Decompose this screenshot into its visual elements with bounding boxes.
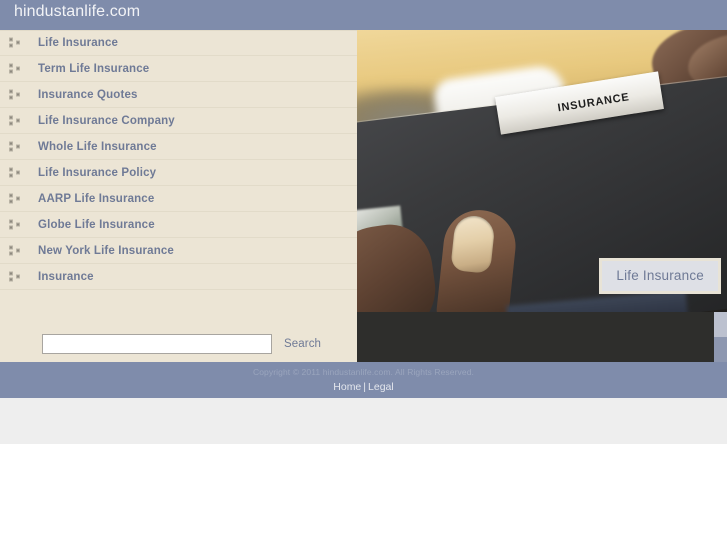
page-body: Life Insurance Term Life Insurance Insur… <box>0 30 727 362</box>
sidebar-item-label: New York Life Insurance <box>38 244 174 257</box>
site-header: hindustanlife.com <box>0 0 727 30</box>
sidebar-item-term-life-insurance[interactable]: Term Life Insurance <box>0 56 357 82</box>
bullet-squares-icon <box>9 63 20 74</box>
hero-overlay-badge: Life Insurance <box>599 258 721 294</box>
hero-thumbnail <box>450 214 496 274</box>
sidebar: Life Insurance Term Life Insurance Insur… <box>0 30 357 362</box>
sidebar-item-globe-life-insurance[interactable]: Globe Life Insurance <box>0 212 357 238</box>
below-fold-white <box>0 444 727 545</box>
site-footer: Copyright © 2011 hindustanlife.com. All … <box>0 362 727 398</box>
sidebar-item-label: Life Insurance <box>38 37 119 49</box>
subnav-row-2: Free Insurance Quote | Insurance Agency <box>714 337 727 362</box>
footer-links: Home | Legal <box>0 377 727 393</box>
sidebar-link-list: Life Insurance Term Life Insurance Insur… <box>0 30 357 290</box>
sidebar-item-label: AARP Life Insurance <box>38 192 155 205</box>
page-root: hindustanlife.com Life Insurance Term Li… <box>0 0 727 545</box>
sidebar-item-life-insurance[interactable]: Life Insurance <box>0 30 357 56</box>
bullet-squares-icon <box>9 167 20 178</box>
sidebar-item-whole-life-insurance[interactable]: Whole Life Insurance <box>0 134 357 160</box>
sidebar-item-new-york-life-insurance[interactable]: New York Life Insurance <box>0 238 357 264</box>
sidebar-item-label: Life Insurance Policy <box>38 166 157 179</box>
site-title: hindustanlife.com <box>14 3 141 20</box>
bullet-squares-icon <box>9 141 20 152</box>
sidebar-item-label: Globe Life Insurance <box>38 218 155 231</box>
search-area: Search <box>0 326 357 362</box>
sidebar-item-label: Insurance Quotes <box>38 88 138 101</box>
hero-column: INSURANCE Life Insurance Commercial Insu… <box>357 30 727 362</box>
hero-overlay-label: Life Insurance <box>616 268 704 283</box>
sidebar-item-insurance-quotes[interactable]: Insurance Quotes <box>0 82 357 108</box>
sidebar-item-label: Term Life Insurance <box>38 62 150 75</box>
sidebar-item-life-insurance-policy[interactable]: Life Insurance Policy <box>0 160 357 186</box>
bullet-squares-icon <box>9 115 20 126</box>
sidebar-item-label: Insurance <box>38 270 94 283</box>
bullet-squares-icon <box>9 37 20 49</box>
bullet-squares-icon <box>9 219 20 230</box>
bullet-squares-icon <box>9 193 20 204</box>
sidebar-item-aarp-life-insurance[interactable]: AARP Life Insurance <box>0 186 357 212</box>
below-fold-band <box>0 398 727 444</box>
hero-folder-tab-label: INSURANCE <box>556 91 631 115</box>
bullet-squares-icon <box>9 245 20 256</box>
footer-link-home[interactable]: Home <box>333 381 361 393</box>
sidebar-item-insurance[interactable]: Insurance <box>0 264 357 290</box>
sidebar-item-label: Whole Life Insurance <box>38 140 157 153</box>
footer-link-legal[interactable]: Legal <box>368 381 394 393</box>
search-button[interactable]: Search <box>284 338 321 350</box>
sidebar-item-life-insurance-company[interactable]: Life Insurance Company <box>0 108 357 134</box>
hero-image: INSURANCE Life Insurance <box>357 30 727 312</box>
bullet-squares-icon <box>9 271 20 282</box>
subnav-row-1: Commercial Insurance | Health Insurance … <box>714 312 727 337</box>
sidebar-item-label: Life Insurance Company <box>38 114 175 127</box>
bullet-squares-icon <box>9 89 20 100</box>
footer-copyright: Copyright © 2011 hindustanlife.com. All … <box>252 367 474 377</box>
search-input[interactable] <box>42 334 272 354</box>
footer-separator: | <box>363 381 367 393</box>
